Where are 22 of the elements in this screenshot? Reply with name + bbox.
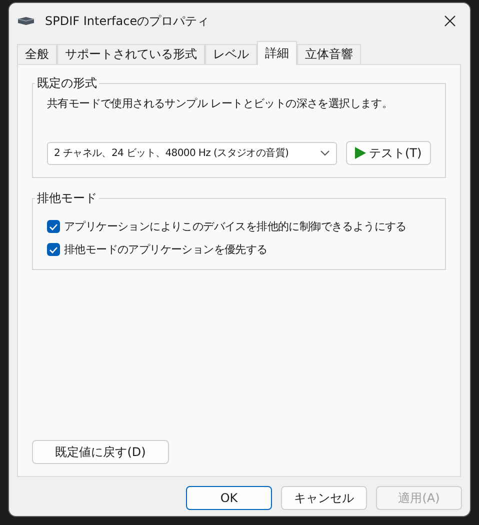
checkbox-option[interactable]: アプリケーションによりこのデバイスを排他的に制御できるようにする — [47, 219, 431, 234]
format-dropdown[interactable]: 2 チャネル、24 ビット、48000 Hz (スタジオの音質) — [47, 142, 337, 164]
group-title: 排他モード — [36, 190, 98, 207]
chevron-icon — [320, 150, 330, 156]
description-text: 共有モードで使用されるサンプル レートとビットの深さを選択します。 — [47, 96, 394, 111]
dialog-button[interactable]: キャンセル — [281, 486, 367, 510]
checkbox[interactable] — [47, 220, 60, 233]
close-icon — [444, 15, 456, 27]
tab[interactable]: サポートされている形式 — [57, 44, 205, 64]
sound-card-icon — [17, 16, 35, 26]
tab[interactable]: レベル — [205, 44, 257, 64]
play-icon — [355, 147, 366, 159]
dialog-button[interactable]: OK — [186, 486, 272, 510]
checkbox-option[interactable]: 排他モードのアプリケーションを優先する — [47, 242, 431, 257]
restore-defaults-button[interactable]: 既定値に戻す(D) — [32, 440, 169, 464]
group-title: 既定の形式 — [36, 75, 98, 92]
tab[interactable]: 詳細 — [257, 41, 297, 65]
test-button[interactable]: テスト(T) — [346, 141, 431, 165]
tab[interactable]: 全般 — [17, 44, 57, 64]
checkbox[interactable] — [47, 243, 60, 256]
tab[interactable]: 立体音響 — [297, 44, 361, 64]
window-title: SPDIF Interfaceのプロパティ — [45, 12, 210, 30]
